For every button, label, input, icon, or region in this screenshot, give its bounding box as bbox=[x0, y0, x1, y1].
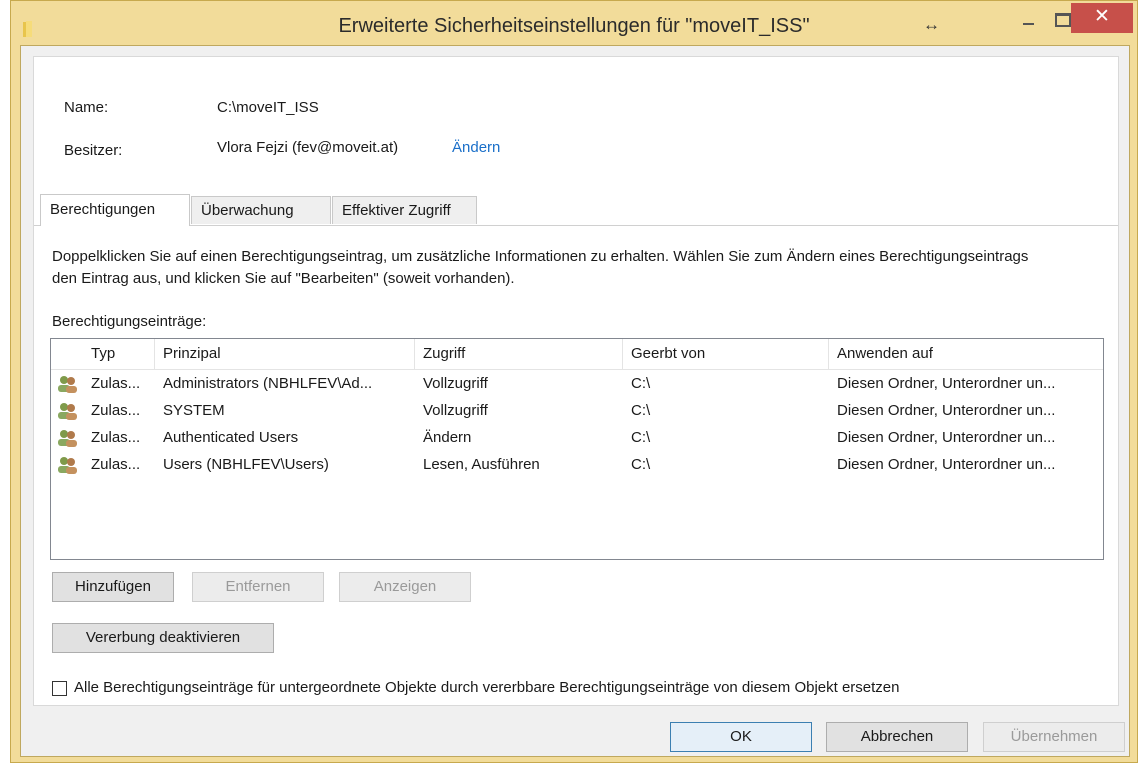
tab-divider bbox=[34, 225, 1118, 226]
cell-applies-to: Diesen Ordner, Unterordner un... bbox=[837, 456, 1056, 473]
user-group-icon bbox=[58, 430, 77, 447]
permission-entries-list[interactable]: Typ Prinzipal Zugriff Geerbt von Anwende… bbox=[50, 338, 1104, 560]
tab-permissions[interactable]: Berechtigungen bbox=[40, 194, 190, 226]
column-type[interactable]: Typ bbox=[83, 339, 155, 369]
security-dialog: Erweiterte Sicherheitseinstellungen für … bbox=[10, 0, 1138, 763]
apply-button[interactable]: Übernehmen bbox=[983, 722, 1125, 752]
cell-principal: Administrators (NBHLFEV\Ad... bbox=[163, 375, 373, 392]
cell-principal: Authenticated Users bbox=[163, 429, 299, 446]
add-button[interactable]: Hinzufügen bbox=[52, 572, 174, 602]
tab-auditing[interactable]: Überwachung bbox=[191, 196, 331, 224]
view-button[interactable]: Anzeigen bbox=[339, 572, 471, 602]
cell-applies-to: Diesen Ordner, Unterordner un... bbox=[837, 375, 1056, 392]
replace-child-entries-checkbox[interactable] bbox=[52, 681, 67, 696]
dialog-client-area: Name: C:\moveIT_ISS Besitzer: Vlora Fejz… bbox=[20, 45, 1130, 757]
user-group-icon bbox=[58, 457, 77, 474]
background-strip bbox=[0, 0, 10, 765]
window-title: Erweiterte Sicherheitseinstellungen für … bbox=[338, 15, 810, 37]
ok-button[interactable]: OK bbox=[670, 722, 812, 752]
remove-button[interactable]: Entfernen bbox=[192, 572, 324, 602]
user-group-icon bbox=[58, 376, 77, 393]
cell-type: Zulas... bbox=[91, 402, 141, 419]
cell-inherited-from: C:\ bbox=[631, 456, 651, 473]
disable-inheritance-button[interactable]: Vererbung deaktivieren bbox=[52, 623, 274, 653]
maximize-icon bbox=[1055, 13, 1071, 27]
cell-inherited-from: C:\ bbox=[631, 402, 651, 419]
table-row[interactable]: Zulas... Authenticated Users Ändern C:\ … bbox=[51, 424, 1103, 451]
list-header: Typ Prinzipal Zugriff Geerbt von Anwende… bbox=[51, 339, 1103, 370]
owner-value: Vlora Fejzi (fev@moveit.at) bbox=[217, 139, 399, 156]
owner-label: Besitzer: bbox=[64, 142, 123, 159]
user-group-icon bbox=[58, 403, 77, 420]
minimize-button[interactable] bbox=[1011, 5, 1045, 33]
entries-label: Berechtigungseinträge: bbox=[52, 313, 207, 330]
cell-applies-to: Diesen Ordner, Unterordner un... bbox=[837, 402, 1056, 419]
name-value: C:\moveIT_ISS bbox=[217, 99, 319, 116]
column-applies-to[interactable]: Anwenden auf bbox=[829, 339, 1103, 369]
cell-access: Ändern bbox=[423, 429, 472, 446]
content-panel: Name: C:\moveIT_ISS Besitzer: Vlora Fejz… bbox=[33, 56, 1119, 706]
cell-type: Zulas... bbox=[91, 375, 141, 392]
instructions-text: Doppelklicken Sie auf einen Berechtigung… bbox=[52, 248, 1029, 287]
change-owner-link[interactable]: Ändern bbox=[452, 139, 500, 156]
cell-principal: Users (NBHLFEV\Users) bbox=[163, 456, 329, 473]
cell-inherited-from: C:\ bbox=[631, 429, 651, 446]
resize-icon: ↔ bbox=[923, 15, 940, 34]
close-button[interactable]: ✕ bbox=[1071, 3, 1133, 33]
cell-principal: SYSTEM bbox=[163, 402, 225, 419]
cancel-button[interactable]: Abbrechen bbox=[826, 722, 968, 752]
column-access[interactable]: Zugriff bbox=[415, 339, 623, 369]
table-row[interactable]: Zulas... SYSTEM Vollzugriff C:\ Diesen O… bbox=[51, 397, 1103, 424]
cell-access: Vollzugriff bbox=[423, 375, 488, 392]
table-row[interactable]: Zulas... Users (NBHLFEV\Users) Lesen, Au… bbox=[51, 451, 1103, 478]
cell-inherited-from: C:\ bbox=[631, 375, 651, 392]
name-label: Name: bbox=[64, 99, 109, 116]
cell-applies-to: Diesen Ordner, Unterordner un... bbox=[837, 429, 1056, 446]
minimize-icon bbox=[1023, 23, 1034, 25]
table-row[interactable]: Zulas... Administrators (NBHLFEV\Ad... V… bbox=[51, 370, 1103, 397]
cell-access: Lesen, Ausführen bbox=[423, 456, 540, 473]
column-principal[interactable]: Prinzipal bbox=[155, 339, 415, 369]
replace-child-entries-label: Alle Berechtigungseinträge für untergeor… bbox=[74, 679, 900, 696]
column-inherited-from[interactable]: Geerbt von bbox=[623, 339, 829, 369]
cell-access: Vollzugriff bbox=[423, 402, 488, 419]
cell-type: Zulas... bbox=[91, 429, 141, 446]
cell-type: Zulas... bbox=[91, 456, 141, 473]
tab-effective-access[interactable]: Effektiver Zugriff bbox=[332, 196, 477, 224]
